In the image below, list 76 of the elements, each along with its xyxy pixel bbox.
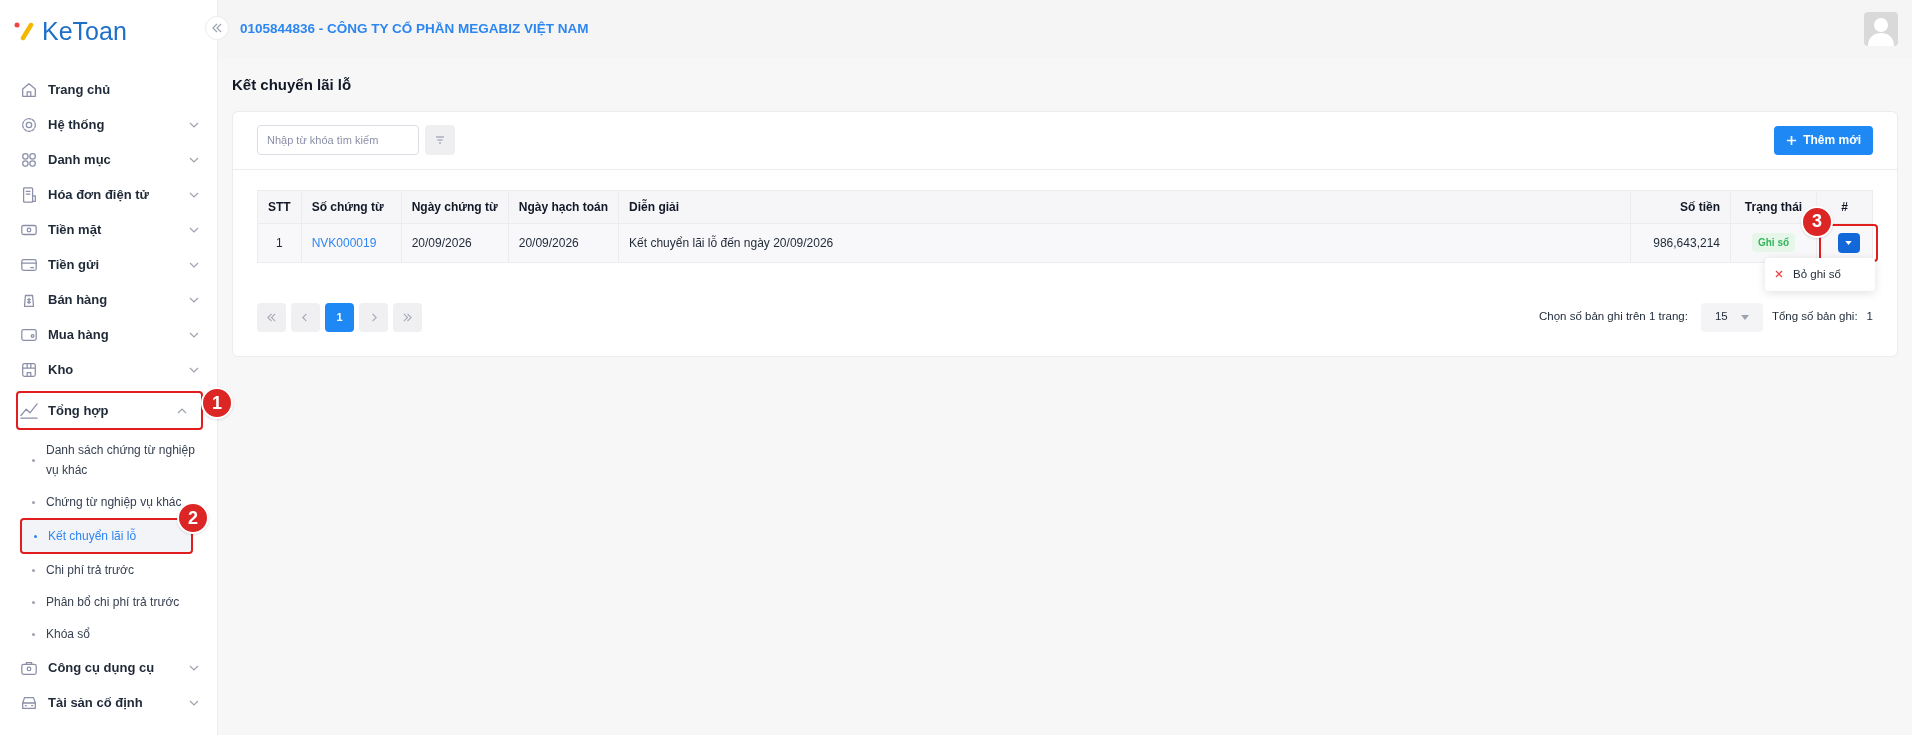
- four-circles-icon: [20, 150, 38, 169]
- table-cell: 1: [276, 235, 283, 250]
- column-header: Số tiền: [1630, 190, 1731, 223]
- menu-item[interactable]: Mua hàng: [20, 323, 213, 346]
- total-records-count: 1: [1866, 309, 1873, 325]
- double-chevron-left-icon: [212, 23, 222, 33]
- column-header: Diễn giải: [618, 190, 1631, 223]
- close-icon: [1775, 270, 1783, 279]
- company-name: 0105844836 - CÔNG TY CỔ PHẦN MEGABIZ VIỆT NAM: [240, 19, 589, 38]
- menu-item[interactable]: Trang chủ: [20, 78, 213, 101]
- menu-item[interactable]: Bán hàng: [20, 288, 213, 311]
- chevron-down-icon: [189, 156, 199, 163]
- submenu-item[interactable]: Phân bổ chi phí trả trước: [20, 586, 213, 618]
- menu-item[interactable]: Công cụ dụng cụ: [20, 656, 213, 679]
- menu-item[interactable]: Hóa đơn điện tử: [20, 183, 213, 206]
- menu-item[interactable]: Danh mục: [20, 148, 213, 171]
- menu-option[interactable]: Bỏ ghi sổ: [1765, 259, 1875, 289]
- chevron-down-icon: [189, 664, 199, 671]
- menu-item[interactable]: Tài sản cố định: [20, 691, 213, 714]
- page-size-select[interactable]: 15: [1700, 302, 1763, 332]
- chevron-down-icon: [189, 699, 199, 706]
- page-size-label: Chọn số bản ghi trên 1 trang:: [1538, 309, 1688, 325]
- receipt-icon: [20, 185, 38, 204]
- collapse-sidebar-button[interactable]: [205, 16, 229, 40]
- column-header: STT: [257, 190, 302, 223]
- search-field[interactable]: Nhập từ khóa tìm kiếm: [257, 125, 419, 155]
- chevron-right-icon: [369, 312, 378, 322]
- last-page-button[interactable]: [393, 302, 422, 332]
- plus-icon: [1786, 134, 1798, 146]
- filter-button[interactable]: [425, 125, 455, 155]
- logo-text: KeToan: [42, 18, 127, 44]
- add-new-button[interactable]: Thêm mới: [1774, 125, 1873, 155]
- page-button[interactable]: 1: [325, 302, 354, 332]
- home-icon: [20, 80, 38, 99]
- step-number-badge: 1: [201, 387, 233, 419]
- avatar[interactable]: [1864, 12, 1898, 46]
- chevron-right-icon: [403, 312, 412, 322]
- menu-item[interactable]: Hệ thống: [20, 113, 213, 136]
- column-header: Ngày chứng từ: [401, 190, 509, 223]
- caret-icon: [1740, 314, 1749, 320]
- chevron-down-icon: [189, 191, 199, 198]
- table-cell: 20/09/2026: [518, 235, 579, 250]
- chevron-down-icon: [189, 121, 199, 128]
- chevron-down-icon: [189, 366, 199, 373]
- column-header: Số chứng từ: [301, 190, 402, 223]
- filter-icon: [435, 136, 445, 144]
- chevron-left-icon: [267, 312, 276, 322]
- store-icon: [20, 360, 38, 379]
- table-cell: 986,643,214: [1653, 235, 1720, 250]
- menu-item[interactable]: Tiền gửi: [20, 253, 213, 276]
- chevron-down-icon: [189, 296, 199, 303]
- submenu-item[interactable]: Khóa sổ: [20, 618, 213, 650]
- chevron-down-icon: [189, 226, 199, 233]
- settings-icon: [20, 115, 38, 134]
- submenu-item[interactable]: Chi phí trả trước: [20, 554, 213, 586]
- chevron-left-icon: [301, 312, 310, 322]
- chevron-up-icon: [177, 407, 187, 414]
- table-cell: Kết chuyển lãi lỗ đến ngày 20/09/2026: [629, 235, 834, 250]
- table-cell: 20/09/2026: [411, 235, 472, 250]
- chevron-down-icon: [189, 261, 199, 268]
- column-header: Ngày hạch toán: [508, 190, 619, 223]
- page-title: Kết chuyển lãi lỗ: [232, 75, 353, 95]
- status-badge: Ghi sổ: [1751, 233, 1796, 252]
- menu-item[interactable]: Tổng hợp: [20, 399, 201, 422]
- menu-item[interactable]: Kho: [20, 358, 213, 381]
- logo-mark-icon: [14, 21, 36, 41]
- first-page-button[interactable]: [257, 302, 286, 332]
- line-chart-icon: [20, 401, 38, 420]
- actions-dropdown-button[interactable]: [1837, 232, 1860, 253]
- total-records-label: Tổng số bản ghi:: [1771, 309, 1858, 325]
- caret-icon: [1845, 240, 1852, 245]
- previous-page-button[interactable]: [291, 302, 320, 332]
- menu-item[interactable]: Tiền mặt: [20, 218, 213, 241]
- submenu-item[interactable]: Danh sách chứng từ nghiệp vụ khác: [20, 434, 213, 486]
- chevron-down-icon: [189, 331, 199, 338]
- next-page-button[interactable]: [359, 302, 388, 332]
